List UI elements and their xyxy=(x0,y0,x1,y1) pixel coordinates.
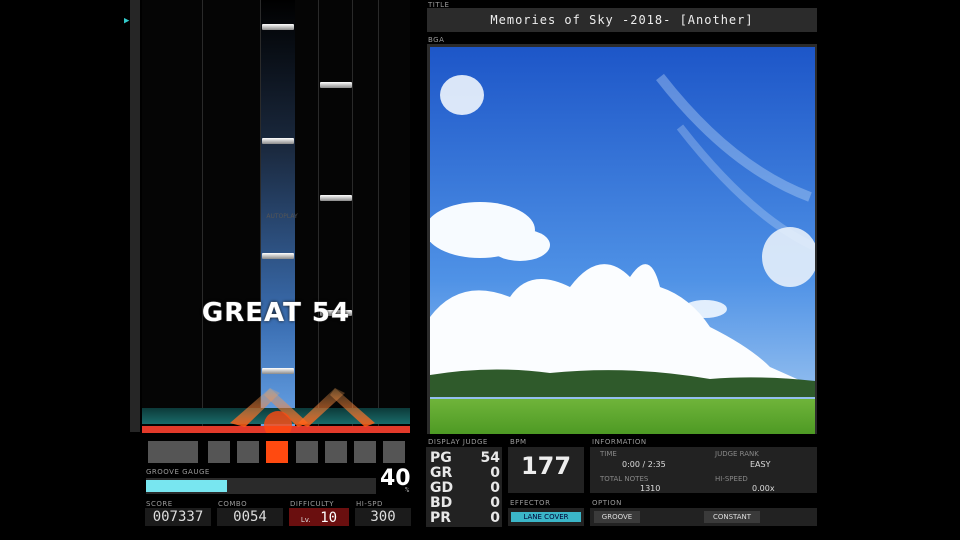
judge-panel-label: DISPLAY JUDGE xyxy=(428,438,488,446)
judge-count: 0 xyxy=(490,465,500,481)
total-notes-value: 1310 xyxy=(640,484,661,493)
background-animation xyxy=(430,47,815,434)
song-progress-bar xyxy=(130,0,140,432)
note xyxy=(262,138,294,144)
difficulty-value: 10 xyxy=(320,510,338,526)
gauge-unit: % xyxy=(405,486,410,494)
judgerank-value: EASY xyxy=(750,460,771,469)
progress-marker-icon: ▶ xyxy=(124,16,130,26)
info-hispeed-label: HI-SPEED xyxy=(715,475,748,483)
score-label: SCORE xyxy=(146,500,173,508)
hispeed-value: 300 xyxy=(355,508,411,526)
combo-label: COMBO xyxy=(218,500,248,508)
judgement-display: GREAT 54 xyxy=(201,298,351,328)
difficulty-badge: Lv. 10 xyxy=(289,508,349,526)
judgerank-label: JUDGE RANK xyxy=(715,450,759,458)
judge-row-bd: BD 0 xyxy=(428,495,502,511)
combo-value: 0054 xyxy=(217,508,283,526)
difficulty-prefix: Lv. xyxy=(300,516,311,524)
time-label: TIME xyxy=(600,450,617,458)
key-indicator xyxy=(208,441,230,463)
judge-row-pr: PR 0 xyxy=(428,510,502,526)
note xyxy=(262,24,294,30)
judge-key: BD xyxy=(430,495,453,511)
score-value: 007337 xyxy=(145,508,211,526)
lane-divider xyxy=(202,0,203,432)
judge-row-gd: GD 0 xyxy=(428,480,502,496)
gauge-option-button[interactable]: GROOVE xyxy=(594,511,640,523)
bpm-label: BPM xyxy=(510,438,527,446)
note xyxy=(320,82,352,88)
note xyxy=(262,253,294,259)
speed-option-button[interactable]: CONSTANT xyxy=(704,511,760,523)
hit-flash-effect xyxy=(230,388,375,433)
judge-count: 0 xyxy=(490,510,500,526)
note xyxy=(320,195,352,201)
key-indicator-active xyxy=(266,441,288,463)
effector-value: LANE COVER xyxy=(511,512,581,522)
key-indicator xyxy=(237,441,259,463)
gauge-label: GROOVE GAUGE xyxy=(146,468,210,476)
key-indicator xyxy=(325,441,347,463)
judge-count: 54 xyxy=(480,450,500,466)
judge-key: PG xyxy=(430,450,452,466)
time-value: 0:00 / 2:35 xyxy=(622,460,666,469)
hispeed-label: HI-SPD xyxy=(356,500,383,508)
key-indicator xyxy=(296,441,318,463)
bga-label: BGA xyxy=(428,36,445,44)
info-hispeed-value: 0.00x xyxy=(752,484,775,493)
gauge-fill xyxy=(146,480,227,492)
bpm-value: 177 xyxy=(520,452,572,480)
key-indicator xyxy=(383,441,405,463)
judge-key: PR xyxy=(430,510,452,526)
judge-count: 0 xyxy=(490,495,500,511)
option-label: OPTION xyxy=(592,499,622,507)
judge-row-gr: GR 0 xyxy=(428,465,502,481)
judge-key: GR xyxy=(430,465,453,481)
info-panel xyxy=(590,447,817,493)
judge-key: GD xyxy=(430,480,454,496)
groove-gauge xyxy=(146,478,376,494)
judge-count: 0 xyxy=(490,480,500,496)
key-indicator xyxy=(148,441,198,463)
judge-row-pg: PG 54 xyxy=(428,450,502,466)
effector-label: EFFECTOR xyxy=(510,499,551,507)
key-indicator xyxy=(354,441,376,463)
song-title: Memories of Sky -2018- [Another] xyxy=(490,13,754,27)
total-notes-label: TOTAL NOTES xyxy=(600,475,649,483)
info-label: INFORMATION xyxy=(592,438,647,446)
autoplay-label: AUTOPLAY xyxy=(266,213,298,220)
